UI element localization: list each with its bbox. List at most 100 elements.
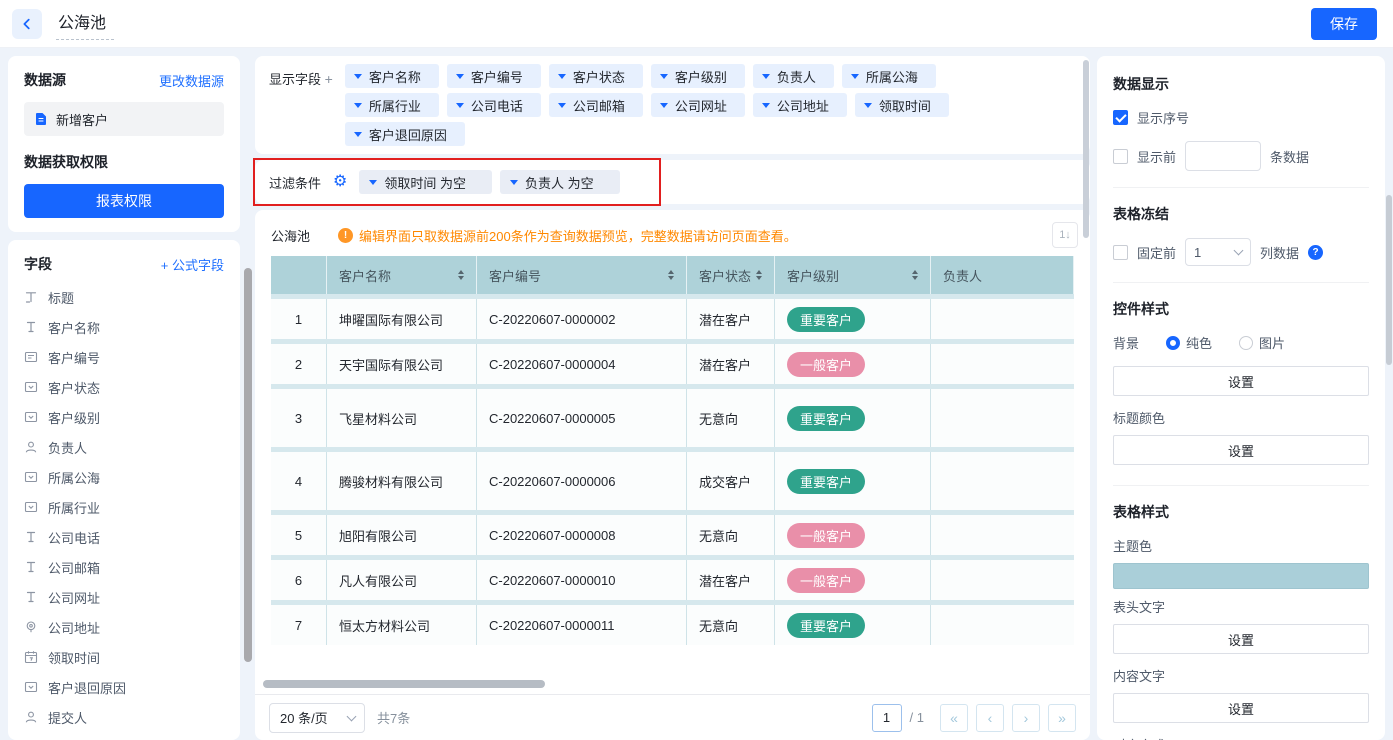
show-top-count-input[interactable] [1185, 141, 1261, 171]
image-radio[interactable] [1239, 336, 1253, 350]
theme-color-swatch[interactable] [1113, 563, 1369, 589]
column-header[interactable]: 客户名称 [327, 256, 477, 294]
chip-label: 公司邮箱 [573, 96, 625, 115]
column-header[interactable]: 客户状态 [687, 256, 775, 294]
sort-carets-icon[interactable] [458, 270, 464, 280]
sort-carets-icon[interactable] [756, 270, 762, 280]
prev-page-button[interactable]: ‹ [976, 704, 1004, 732]
background-set-button[interactable]: 设置 [1113, 366, 1369, 396]
freeze-checkbox[interactable] [1113, 245, 1128, 260]
title-color-set-button[interactable]: 设置 [1113, 435, 1369, 465]
freeze-count-select[interactable]: 1 [1185, 238, 1251, 266]
show-index-checkbox[interactable] [1113, 110, 1128, 125]
cell-index: 3 [271, 389, 327, 447]
display-field-chip[interactable]: 负责人 [753, 64, 834, 88]
field-item[interactable]: 客户名称 [24, 312, 240, 342]
chevron-down-icon [456, 74, 464, 79]
display-field-chip[interactable]: 客户级别 [651, 64, 745, 88]
field-item[interactable]: 提交人 [24, 702, 240, 732]
first-page-button[interactable]: « [940, 704, 968, 732]
back-button[interactable] [12, 9, 42, 39]
chip-label: 公司电话 [471, 96, 523, 115]
filter-chip[interactable]: 领取时间 为空 [359, 170, 492, 194]
cell-customer-level: 一般客户 [775, 344, 931, 384]
show-top-checkbox[interactable] [1113, 149, 1128, 164]
main-scrollbar-thumb[interactable] [1083, 60, 1089, 238]
field-item[interactable]: 负责人 [24, 432, 240, 462]
display-field-chip[interactable]: 客户名称 [345, 64, 439, 88]
field-item[interactable]: 所属公海 [24, 462, 240, 492]
datasource-item[interactable]: 新增客户 [24, 102, 224, 136]
calendar-icon [24, 650, 39, 665]
cell-customer-code: C-20220607-0000010 [477, 560, 687, 600]
help-icon[interactable]: ? [1308, 245, 1323, 260]
field-item[interactable]: 公司网址 [24, 582, 240, 612]
field-item[interactable]: 客户状态 [24, 372, 240, 402]
sort-carets-icon[interactable] [668, 270, 674, 280]
viewport-scrollbar-thumb[interactable] [1386, 195, 1392, 365]
table-preview-card: 公海池 ! 编辑界面只取数据源前200条作为查询数据预览，完整数据请访问页面查看… [255, 210, 1090, 740]
add-formula-field-link[interactable]: + 公式字段 [161, 255, 224, 274]
sort-order-icon[interactable]: 1↓ [1052, 222, 1078, 248]
change-datasource-link[interactable]: 更改数据源 [159, 71, 224, 90]
field-item[interactable]: 标题 [24, 282, 240, 312]
header-text-set-button[interactable]: 设置 [1113, 624, 1369, 654]
display-field-chip[interactable]: 所属公海 [842, 64, 936, 88]
field-item[interactable]: 公司电话 [24, 522, 240, 552]
page-title: 公海池 [56, 7, 114, 40]
display-field-chip[interactable]: 所属行业 [345, 93, 439, 117]
header-text-label: 表头文字 [1113, 597, 1369, 616]
field-item[interactable]: 客户级别 [24, 402, 240, 432]
display-field-chips: 客户名称客户编号客户状态客户级别 负责人 所属公海所属行业 公司电话 公司邮箱 公司网址公… [345, 64, 949, 146]
sort-carets-icon[interactable] [912, 270, 918, 280]
display-field-chip[interactable]: 公司邮箱 [549, 93, 643, 117]
chevron-down-icon [660, 74, 668, 79]
content-text-set-button[interactable]: 设置 [1113, 693, 1369, 723]
page-size-select[interactable]: 20 条/页 [269, 703, 365, 733]
last-page-button[interactable]: » [1048, 704, 1076, 732]
chip-row: 所属行业 公司电话 公司邮箱 公司网址公司地址领取时间 [345, 93, 949, 117]
field-item[interactable]: 客户退回原因 [24, 672, 240, 702]
display-field-chip[interactable]: 公司网址 [651, 93, 745, 117]
cell-owner [931, 299, 1074, 339]
text-icon [24, 530, 39, 545]
text-icon [24, 590, 39, 605]
column-header[interactable]: 客户级别 [775, 256, 931, 294]
field-label: 客户级别 [48, 408, 100, 427]
chevron-down-icon [558, 103, 566, 108]
current-page-input[interactable]: 1 [872, 704, 902, 732]
level-badge: 重要客户 [787, 307, 865, 332]
table-hscrollbar-thumb[interactable] [263, 680, 545, 688]
cell-customer-name: 腾骏材料有限公司 [327, 452, 477, 510]
display-field-chip[interactable]: 客户编号 [447, 64, 541, 88]
chip-label: 负责人 [777, 67, 816, 86]
chevron-down-icon [558, 74, 566, 79]
save-button[interactable]: 保存 [1311, 8, 1377, 40]
solid-color-radio[interactable] [1166, 336, 1180, 350]
gear-icon[interactable]: ⚙ [333, 174, 347, 190]
display-field-chip[interactable]: 领取时间 [855, 93, 949, 117]
add-display-field-icon[interactable]: + [325, 71, 333, 87]
field-item[interactable]: 公司地址 [24, 612, 240, 642]
display-field-chip[interactable]: 客户退回原因 [345, 122, 465, 146]
filter-chip[interactable]: 负责人 为空 [500, 170, 620, 194]
exclamation-icon: ! [338, 228, 353, 243]
display-field-chip[interactable]: 公司地址 [753, 93, 847, 117]
report-permission-button[interactable]: 报表权限 [24, 184, 224, 218]
settings-panel: 数据显示 显示序号 显示前 条数据 表格冻结 固定前 1 列数据 [1097, 56, 1385, 740]
display-field-chip[interactable]: 客户状态 [549, 64, 643, 88]
field-item[interactable]: 公司邮箱 [24, 552, 240, 582]
field-item[interactable]: 所属行业 [24, 492, 240, 522]
left-scrollbar-track [240, 56, 255, 740]
column-header[interactable]: 客户编号 [477, 256, 687, 294]
cell-customer-code: C-20220607-0000005 [477, 389, 687, 447]
left-scrollbar-thumb[interactable] [244, 268, 252, 662]
page-indicator: / 1 [910, 710, 924, 725]
field-item[interactable]: 客户编号 [24, 342, 240, 372]
pager-nav: « ‹ › » [932, 704, 1076, 732]
chevron-down-icon [762, 74, 770, 79]
next-page-button[interactable]: › [1012, 704, 1040, 732]
field-item[interactable]: 领取时间 [24, 642, 240, 672]
pagination-bar: 20 条/页 共7条 1 / 1 «‹›» [255, 694, 1090, 740]
display-field-chip[interactable]: 公司电话 [447, 93, 541, 117]
